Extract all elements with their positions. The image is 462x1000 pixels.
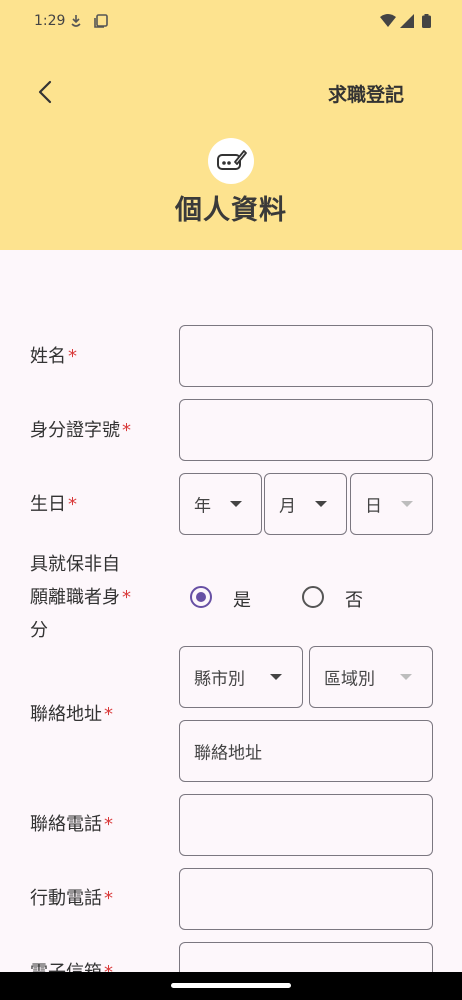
birth-day-select[interactable]: 日 <box>350 473 433 535</box>
birth-year-select[interactable]: 年 <box>179 473 262 535</box>
battery-icon <box>422 14 431 32</box>
radio-yes-label[interactable]: 是 <box>233 586 251 612</box>
mobile-label: 行動電話 * <box>30 888 113 909</box>
radio-no[interactable] <box>302 586 324 608</box>
dropdown-arrow-icon <box>270 674 282 680</box>
name-input[interactable] <box>179 325 433 387</box>
required-mark: * <box>68 346 77 367</box>
involuntary-label: 具就保非自 願離職者身 * 分 <box>30 554 131 641</box>
status-time: 1:29 <box>34 13 66 29</box>
required-mark: * <box>122 587 131 608</box>
required-mark: * <box>104 888 113 909</box>
id-number-label: 身分證字號 * <box>30 420 131 441</box>
address-label: 聯絡地址 * <box>30 704 113 725</box>
city-select[interactable]: 縣市別 <box>179 646 303 708</box>
dropdown-arrow-icon <box>401 501 413 507</box>
birth-month-select[interactable]: 月 <box>264 473 347 535</box>
phone-label: 聯絡電話 * <box>30 814 113 835</box>
required-mark: * <box>104 814 113 835</box>
radio-no-label[interactable]: 否 <box>345 586 363 612</box>
notification-icon <box>70 14 82 32</box>
radio-yes[interactable] <box>190 586 212 608</box>
app-title: 求職登記 <box>327 84 404 106</box>
required-mark: * <box>122 420 131 441</box>
district-select[interactable]: 區域別 <box>309 646 433 708</box>
page-title: 個人資料 <box>175 195 287 226</box>
signal-icon <box>400 14 414 32</box>
required-mark: * <box>68 494 77 515</box>
birthday-label: 生日 * <box>30 494 77 515</box>
clipboard-icon <box>94 14 108 32</box>
back-arrow-icon <box>38 80 52 104</box>
id-number-input[interactable] <box>179 399 433 461</box>
status-bar: 1:29 <box>0 0 462 44</box>
mobile-input[interactable] <box>179 868 433 930</box>
wifi-icon <box>380 14 396 32</box>
back-button[interactable] <box>32 78 60 106</box>
dropdown-arrow-icon <box>400 674 412 680</box>
dropdown-arrow-icon <box>230 501 242 507</box>
navigation-bar <box>0 972 462 1000</box>
address-input[interactable]: 聯絡地址 <box>179 720 433 782</box>
required-mark: * <box>104 704 113 725</box>
dropdown-arrow-icon <box>315 501 327 507</box>
edit-form-icon <box>208 138 254 184</box>
header: 1:29 求職登記 個人資料 <box>0 0 462 250</box>
name-label: 姓名 * <box>30 346 77 367</box>
home-handle[interactable] <box>171 983 291 988</box>
phone-input[interactable] <box>179 794 433 856</box>
